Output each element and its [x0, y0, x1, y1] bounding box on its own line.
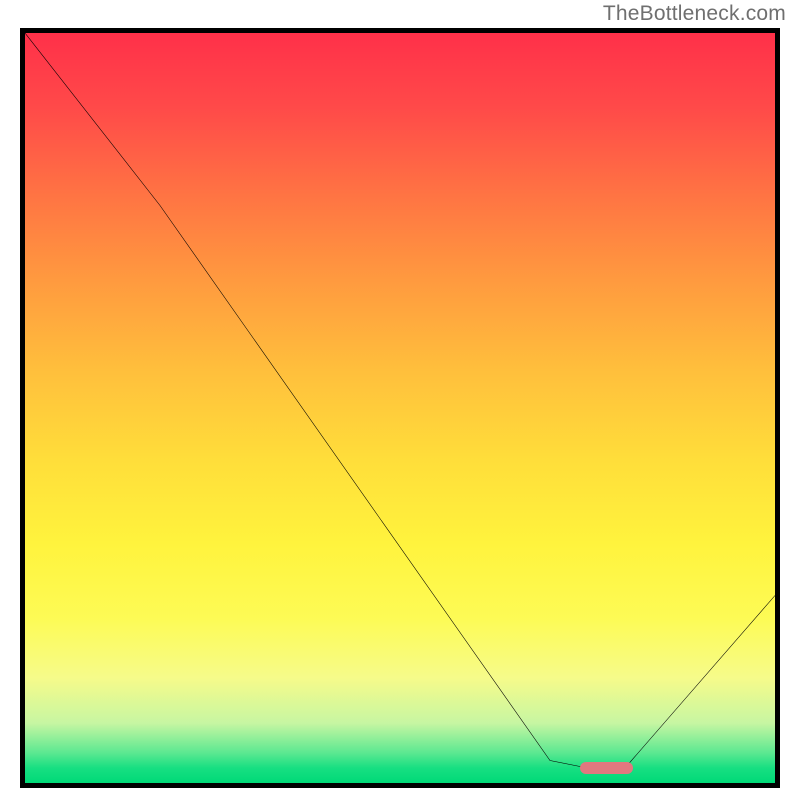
chart-plot-area [20, 28, 780, 788]
curve-path [25, 33, 775, 768]
watermark-text: TheBottleneck.com [603, 2, 786, 26]
bottleneck-curve [25, 33, 775, 783]
optimum-marker [580, 762, 633, 774]
